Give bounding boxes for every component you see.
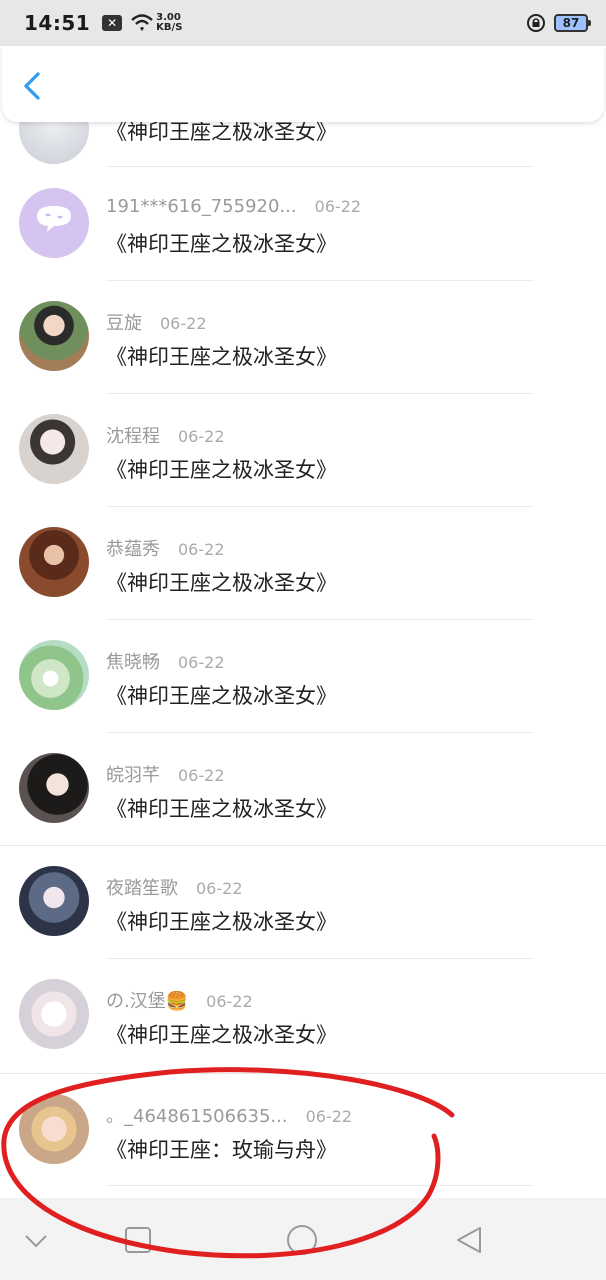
divider [106,166,534,167]
anime-avatar [19,1094,89,1164]
username[interactable]: 夜踏笙歌 [106,874,178,900]
hide-nav-button[interactable] [16,1220,56,1260]
back-button[interactable] [18,68,50,104]
username[interactable]: 皖羽芊 [106,761,160,787]
clock: 14:51 [24,11,91,35]
username[interactable]: 191***616_755920... [106,196,297,217]
circle-home-icon [287,1225,317,1255]
username[interactable]: 沈程程 [106,422,160,448]
date-label: 06-22 [178,427,225,446]
date-label: 06-22 [178,540,225,559]
photo-avatar [19,527,89,597]
list-item[interactable]: 皖羽芊 06-22 《神印王座之极冰圣女》 [0,733,606,846]
chat-bubble-icon [37,206,71,232]
username[interactable]: の.汉堡🍔 [106,987,188,1013]
divider [106,1185,534,1186]
anime-avatar [19,866,89,936]
notification-icon: ✕ [102,15,123,31]
network-speed: 3.00 KB/S [156,13,182,33]
chevron-down-icon [25,1235,47,1248]
username[interactable]: 恭蕴秀 [106,535,160,561]
screen: 《神印王座之极冰圣女》 191***616_755920... 06-22 《神… [0,0,606,1280]
list-item-title[interactable]: 《神印王座之极冰圣女》 [106,567,337,597]
date-label: 06-22 [314,197,362,216]
list-item-title[interactable]: 《神印王座之极冰圣女》 [106,793,337,823]
date-label: 06-22 [178,766,225,785]
photo-avatar [19,414,89,484]
photo-avatar [19,301,89,371]
list-item[interactable]: 191***616_755920... 06-22 《神印王座之极冰圣女》 [0,168,606,281]
date-label: 06-22 [196,879,243,898]
list-item-title[interactable]: 《神印王座之极冰圣女》 [106,341,337,371]
rotation-lock-icon [527,14,545,32]
wechat-bubble-avatar [19,188,89,258]
wifi-icon [131,14,153,31]
network-speed-unit: KB/S [156,22,183,33]
top-header [2,46,604,122]
back-nav-button[interactable] [450,1220,490,1260]
list-item[interactable]: 豆旋 06-22 《神印王座之极冰圣女》 [0,281,606,394]
list-item[interactable]: 夜踏笙歌 06-22 《神印王座之极冰圣女》 [0,846,606,959]
anime-avatar [19,979,89,1049]
list-item[interactable]: 焦晓畅 06-22 《神印王座之极冰圣女》 [0,620,606,733]
date-label: 06-22 [160,314,207,333]
photo-avatar [19,753,89,823]
date-label: 06-22 [178,653,225,672]
list-item-highlighted[interactable]: 。_464861506635... 06-22 《神印王座：玫瑜与舟》 [0,1072,606,1186]
recent-apps-button[interactable] [118,1220,158,1260]
square-recent-icon [125,1227,151,1253]
status-bar: 14:51 ✕ 3.00 KB/S 87 [0,0,606,46]
list-item-title[interactable]: 《神印王座之极冰圣女》 [106,680,337,710]
dandelion-avatar [19,640,89,710]
chevron-left-icon [24,72,40,100]
list-item-title[interactable]: 《神印王座之极冰圣女》 [106,454,337,484]
list-item-title[interactable]: 《神印王座之极冰圣女》 [106,1019,337,1049]
list-item[interactable]: 恭蕴秀 06-22 《神印王座之极冰圣女》 [0,507,606,620]
triangle-back-icon [457,1227,481,1253]
username[interactable]: 。_464861506635... [106,1102,288,1128]
username[interactable]: 焦晓畅 [106,648,160,674]
date-label: 06-22 [305,1107,353,1126]
system-nav-bar [0,1198,606,1280]
home-button[interactable] [282,1220,322,1260]
list-item[interactable]: 沈程程 06-22 《神印王座之极冰圣女》 [0,394,606,507]
list-item-title[interactable]: 《神印王座之极冰圣女》 [106,228,337,258]
list-item[interactable]: の.汉堡🍔 06-22 《神印王座之极冰圣女》 [0,959,606,1074]
list-item-title[interactable]: 《神印王座：玫瑜与舟》 [106,1134,337,1164]
battery-icon: 87 [554,14,591,32]
date-label: 06-22 [206,992,253,1011]
username[interactable]: 豆旋 [106,309,142,335]
list-item-title[interactable]: 《神印王座之极冰圣女》 [106,906,337,936]
